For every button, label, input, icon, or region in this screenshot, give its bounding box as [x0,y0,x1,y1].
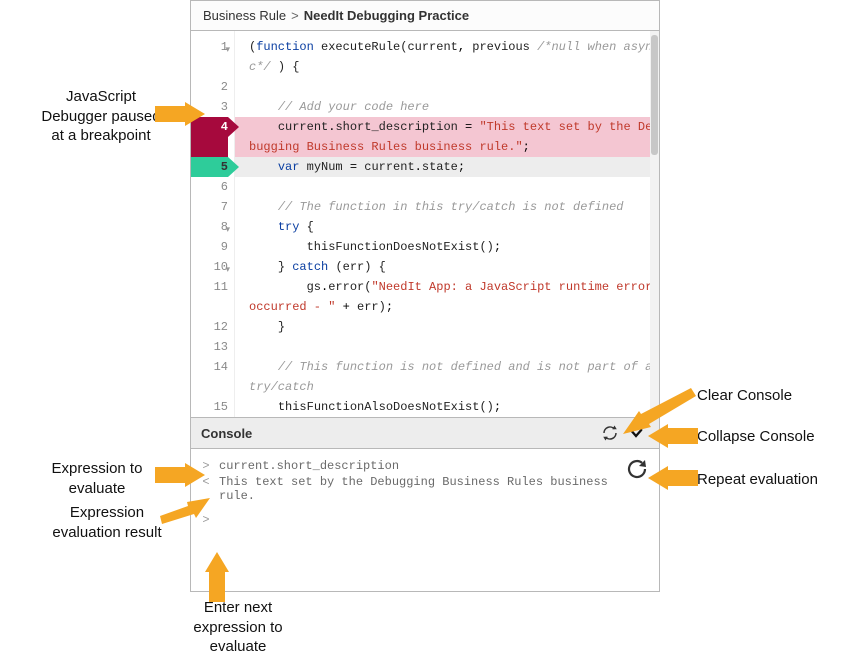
console-header: Console [191,417,659,449]
annotation-next-expression: Enter nextexpression toevaluate [168,598,308,657]
line-number-gutter[interactable]: 1▾2345678▾910▾11121314151617 [191,31,235,417]
line-number[interactable]: 9 [191,237,228,257]
code-line[interactable]: thisFunctionAlsoDoesNotExist(); [249,397,655,417]
breadcrumb-separator: > [291,8,299,23]
fold-toggle-icon[interactable]: ▾ [225,40,230,60]
retry-icon [625,457,649,481]
console-output-line: <This text set by the Debugging Business… [201,475,649,503]
code-editor[interactable]: 1▾2345678▾910▾11121314151617 (function e… [191,31,659,417]
line-number[interactable]: 1▾ [191,37,228,77]
console-text: This text set by the Debugging Business … [219,475,649,503]
arrow-expression-result [160,496,210,526]
arrow-collapse-console [648,424,698,448]
arrow-expression-evaluate [155,463,205,487]
refresh-sync-icon [601,424,619,442]
line-number[interactable]: 12 [191,317,228,337]
console-text: current.short_description [219,459,649,473]
code-text[interactable]: (function executeRule(current, previous … [235,31,659,417]
line-number[interactable]: 2 [191,77,228,97]
code-line[interactable] [249,177,655,197]
line-number[interactable]: 8▾ [191,217,228,237]
breadcrumb-title: NeedIt Debugging Practice [304,8,469,23]
code-line[interactable]: // This function is not defined and is n… [249,357,655,397]
breadcrumb-section: Business Rule [203,8,286,23]
line-number[interactable]: 13 [191,337,228,357]
arrow-repeat-evaluation [648,466,698,490]
console-body[interactable]: >current.short_description<This text set… [191,449,659,591]
breadcrumb: Business Rule > NeedIt Debugging Practic… [191,1,659,31]
line-number[interactable]: 14 [191,357,228,397]
line-number[interactable]: 10▾ [191,257,228,277]
code-line[interactable]: // Add your code here [249,97,655,117]
code-line[interactable]: // The function in this try/catch is not… [249,197,655,217]
annotation-expression-evaluate: Expression toevaluate [22,459,172,498]
code-line[interactable]: gs.error("NeedIt App: a JavaScript runti… [249,277,655,317]
code-line[interactable]: } [249,317,655,337]
annotation-clear-console: Clear Console [697,386,792,406]
line-number[interactable]: 11 [191,277,228,317]
arrow-debugger-paused [155,102,205,126]
line-number[interactable]: 15 [191,397,228,417]
code-line[interactable]: thisFunctionDoesNotExist(); [249,237,655,257]
console-input-line: >current.short_description [201,459,649,473]
code-line[interactable] [249,77,655,97]
code-line[interactable]: } catch (err) { [249,257,655,277]
annotation-collapse-console: Collapse Console [697,427,815,447]
scrollbar-thumb[interactable] [651,35,658,155]
line-number[interactable]: 6 [191,177,228,197]
debugger-window: Business Rule > NeedIt Debugging Practic… [190,0,660,592]
arrow-next-expression [205,552,229,602]
code-line[interactable]: (function executeRule(current, previous … [249,37,655,77]
code-line[interactable]: current.short_description = "This text s… [235,117,655,157]
code-line[interactable]: var myNum = current.state; [235,157,655,177]
clear-console-button[interactable] [597,420,623,446]
annotation-expression-result: Expressionevaluation result [37,503,177,542]
line-number[interactable]: 7 [191,197,228,217]
code-line[interactable]: try { [249,217,655,237]
scrollbar-vertical[interactable] [650,31,659,417]
annotation-debugger-paused: JavaScriptDebugger pausedat a breakpoint [26,87,176,146]
console-title: Console [201,426,252,441]
code-line[interactable] [249,337,655,357]
annotation-repeat-evaluation: Repeat evaluation [697,470,818,490]
console-prompt[interactable]: > [201,513,649,527]
line-number[interactable]: 5 [191,157,228,177]
repeat-evaluation-button[interactable] [625,457,649,485]
